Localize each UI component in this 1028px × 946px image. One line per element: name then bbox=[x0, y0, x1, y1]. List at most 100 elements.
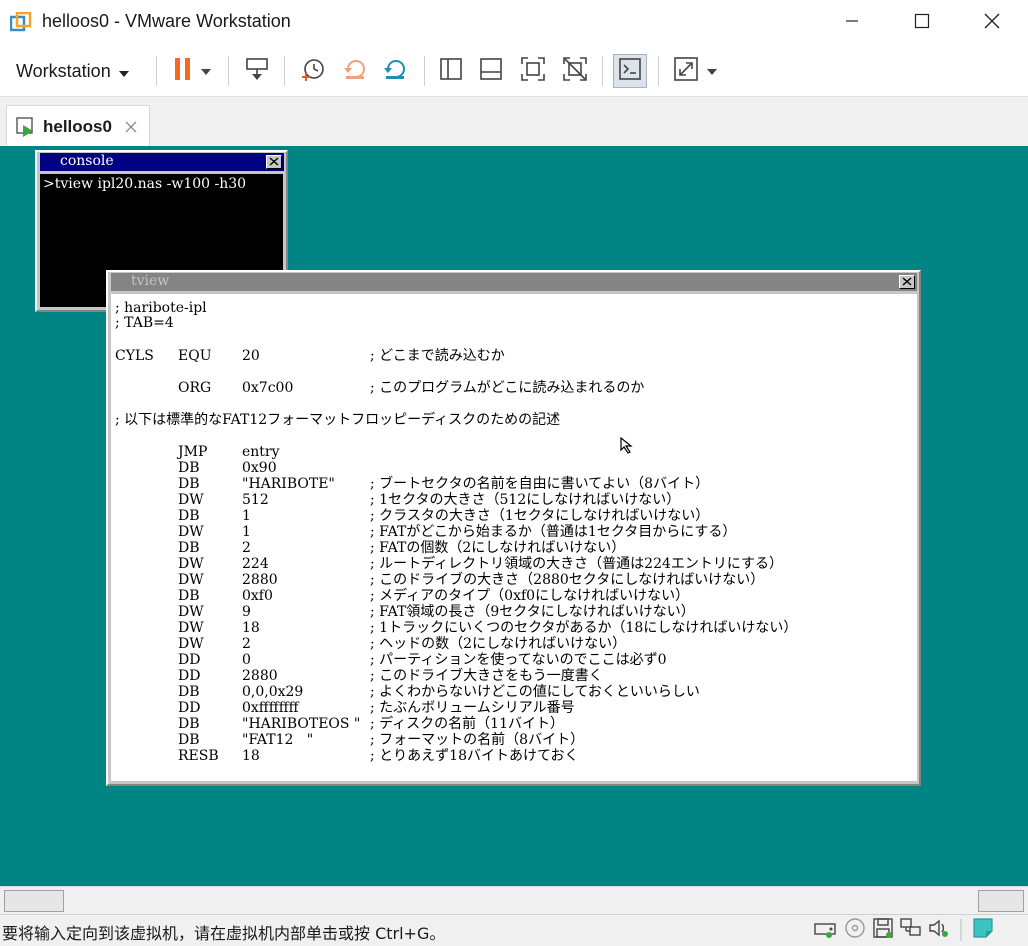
show-library-button[interactable] bbox=[434, 54, 468, 88]
console-title-bar[interactable]: console bbox=[40, 153, 284, 171]
code-op: DW bbox=[178, 620, 204, 636]
fullscreen-button[interactable] bbox=[516, 54, 550, 88]
code-comment: ; ヘッドの数（2にしなければいけない） bbox=[370, 636, 627, 652]
show-thumbnail-bar-button[interactable] bbox=[474, 54, 508, 88]
code-arg: 0 bbox=[242, 652, 251, 668]
pause-dropdown-button[interactable] bbox=[196, 54, 216, 88]
tab-helloos0[interactable]: helloos0 bbox=[6, 105, 150, 147]
toolbar-separator bbox=[284, 56, 285, 86]
unity-button[interactable] bbox=[558, 54, 592, 88]
code-arg: 0,0,0x29 bbox=[242, 684, 304, 700]
cd-rom-icon bbox=[844, 917, 866, 944]
code-op: DD bbox=[178, 700, 201, 716]
code-arg: "HARIBOTEOS " bbox=[242, 716, 361, 732]
code-label: CYLS bbox=[115, 348, 154, 364]
console-view-button[interactable] bbox=[613, 54, 647, 88]
code-comment: ; このドライブ大きさをもう一度書く bbox=[370, 668, 603, 684]
code-arg: "FAT12 " bbox=[242, 732, 314, 748]
stretch-guest-button[interactable] bbox=[669, 54, 703, 88]
hard-disk-icon bbox=[813, 918, 837, 943]
snapshot-take-icon bbox=[300, 56, 326, 87]
code-comment: ; 1セクタの大きさ（512にしなければいけない） bbox=[370, 492, 681, 508]
view-sidebar-icon bbox=[439, 57, 463, 86]
tview-close-button[interactable] bbox=[899, 275, 915, 289]
code-arg: 2880 bbox=[242, 668, 278, 684]
minimize-icon bbox=[845, 14, 859, 33]
code-arg: 2 bbox=[242, 540, 251, 556]
code-op: DB bbox=[178, 460, 200, 476]
code-op: DB bbox=[178, 476, 200, 492]
code-op: DB bbox=[178, 588, 200, 604]
code-comment: ; たぶんボリュームシリアル番号 bbox=[370, 700, 575, 716]
code-arg: 512 bbox=[242, 492, 269, 508]
minimize-button[interactable] bbox=[818, 0, 886, 46]
code-comment: ; ルートディレクトリ領域の大きさ（普通は224エントリにする） bbox=[370, 556, 784, 572]
cd-rom-status-button[interactable] bbox=[842, 917, 868, 944]
toolbar-separator bbox=[424, 56, 425, 86]
hard-disk-status-button[interactable] bbox=[812, 918, 838, 942]
scrollbar-end-button[interactable] bbox=[978, 890, 1024, 912]
take-snapshot-button[interactable] bbox=[296, 54, 330, 88]
code-op: DW bbox=[178, 556, 204, 572]
chevron-down-icon bbox=[201, 62, 211, 80]
code-header-line: ; TAB=4 bbox=[115, 315, 174, 331]
vmware-logo-icon bbox=[9, 11, 32, 34]
scrollbar-thumb[interactable] bbox=[4, 890, 64, 912]
workstation-menu-label: Workstation bbox=[16, 60, 111, 81]
console-close-button[interactable] bbox=[266, 155, 282, 169]
chevron-down-icon bbox=[707, 62, 717, 80]
code-op: DB bbox=[178, 508, 200, 524]
stretch-dropdown-button[interactable] bbox=[702, 54, 722, 88]
code-op: DW bbox=[178, 572, 204, 588]
sound-status-button[interactable] bbox=[926, 918, 952, 942]
code-header-line: ; haribote-ipl bbox=[115, 300, 207, 316]
code-arg: 0xf0 bbox=[242, 588, 273, 604]
console-title: console bbox=[60, 153, 114, 169]
send-ctrl-alt-del-button[interactable] bbox=[240, 54, 274, 88]
snapshot-manager-icon bbox=[382, 56, 408, 87]
code-op: ORG bbox=[178, 380, 212, 396]
code-arg: 1 bbox=[242, 508, 251, 524]
workstation-menu-button[interactable]: Workstation bbox=[8, 54, 137, 88]
snapshot-manager-button[interactable] bbox=[378, 54, 412, 88]
console-view-icon bbox=[618, 57, 642, 86]
horizontal-scrollbar[interactable] bbox=[0, 886, 1028, 915]
sound-icon bbox=[927, 917, 951, 944]
code-op: DD bbox=[178, 668, 201, 684]
window-title: helloos0 - VMware Workstation bbox=[42, 11, 291, 31]
message-log-button[interactable] bbox=[970, 917, 996, 942]
code-arg: 18 bbox=[242, 620, 260, 636]
network-icon bbox=[899, 917, 923, 944]
code-arg: "HARIBOTE" bbox=[242, 476, 335, 492]
revert-snapshot-button[interactable] bbox=[338, 54, 372, 88]
guest-tview-window[interactable]: tview ; haribote-ipl ; TAB=4 CYLS EQU 20… bbox=[106, 270, 921, 786]
tview-text-area[interactable]: ; haribote-ipl ; TAB=4 CYLS EQU 20 ; どこま… bbox=[111, 294, 917, 781]
status-message: 要将输入定向到该虚拟机，请在虚拟机内部单击或按 Ctrl+G。 bbox=[2, 924, 446, 943]
pause-button[interactable] bbox=[166, 54, 200, 88]
code-op: DB bbox=[178, 716, 200, 732]
tview-title-bar[interactable]: tview bbox=[111, 273, 917, 291]
status-bar: 要将输入定向到该虚拟机，请在虚拟机内部单击或按 Ctrl+G。 bbox=[0, 914, 1028, 946]
maximize-button[interactable] bbox=[888, 0, 956, 46]
code-arg: 9 bbox=[242, 604, 251, 620]
code-op: DB bbox=[178, 540, 200, 556]
code-op: DW bbox=[178, 492, 204, 508]
unity-disabled-icon bbox=[562, 56, 588, 87]
floppy-status-button[interactable] bbox=[870, 917, 896, 942]
maximize-icon bbox=[914, 13, 930, 34]
network-status-button[interactable] bbox=[898, 917, 924, 944]
code-arg: 0x90 bbox=[242, 460, 277, 476]
code-op: RESB bbox=[178, 748, 219, 764]
close-button[interactable] bbox=[958, 0, 1026, 46]
snapshot-revert-icon bbox=[342, 56, 368, 87]
code-comment: ; よくわからないけどこの値にしておくといいらしい bbox=[370, 684, 700, 700]
pause-icon bbox=[172, 57, 194, 86]
code-arg: 1 bbox=[242, 524, 251, 540]
tab-close-icon[interactable] bbox=[124, 120, 138, 134]
close-icon bbox=[269, 153, 279, 171]
code-comment: ; FATの個数（2にしなければいけない） bbox=[370, 540, 626, 556]
tab-strip: helloos0 bbox=[0, 96, 1028, 147]
code-comment: ; とりあえず18バイトあけておく bbox=[370, 748, 579, 764]
toolbar: Workstation bbox=[0, 46, 1028, 96]
tview-title: tview bbox=[131, 273, 170, 289]
